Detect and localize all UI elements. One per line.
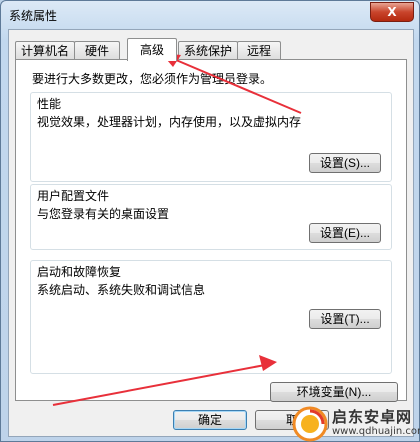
user-profile-group-title: 用户配置文件 — [37, 187, 110, 204]
performance-group: 性能 视觉效果，处理器计划，内存使用，以及虚拟内存 设置(S)... — [30, 92, 392, 182]
user-profile-description: 与您登录有关的桌面设置 — [37, 207, 170, 221]
advanced-tab-panel: 要进行大多数更改，您必须作为管理员登录。 性能 视觉效果，处理器计划，内存使用，… — [15, 59, 407, 402]
performance-settings-button[interactable]: 设置(S)... — [309, 153, 381, 173]
watermark-url: www.qdhuajin.com — [332, 426, 420, 437]
admin-notice-text: 要进行大多数更改，您必须作为管理员登录。 — [32, 72, 273, 86]
title-bar[interactable]: 系统属性 X — [1, 1, 419, 29]
tab-remote[interactable]: 远程 — [237, 41, 281, 60]
startup-recovery-settings-button[interactable]: 设置(T)... — [309, 309, 381, 329]
tab-computer-name[interactable]: 计算机名 — [15, 41, 75, 60]
performance-group-title: 性能 — [37, 95, 62, 112]
close-button[interactable]: X — [370, 2, 414, 22]
watermark-logo-icon — [292, 406, 328, 442]
dialog-client-area: 计算机名 硬件 高级 系统保护 远程 要进行大多数更改，您必须作为管理员登录。 … — [8, 29, 414, 437]
tab-system-protection[interactable]: 系统保护 — [178, 41, 238, 60]
startup-recovery-description: 系统启动、系统失败和调试信息 — [37, 283, 206, 297]
environment-variables-button[interactable]: 环境变量(N)... — [270, 382, 398, 402]
performance-description: 视觉效果，处理器计划，内存使用，以及虚拟内存 — [37, 115, 302, 129]
user-profile-settings-button[interactable]: 设置(E)... — [309, 223, 381, 243]
tab-hardware[interactable]: 硬件 — [74, 41, 120, 60]
watermark-site-name: 启东安卓网 — [332, 408, 413, 426]
tab-advanced[interactable]: 高级 — [127, 38, 177, 61]
ok-button[interactable]: 确定 — [173, 410, 247, 430]
startup-recovery-group-title: 启动和故障恢复 — [37, 263, 122, 280]
system-properties-window: 系统属性 X 计算机名 硬件 高级 系统保护 远程 要进行大多数更改，您必须作为… — [0, 0, 420, 442]
window-title: 系统属性 — [9, 9, 58, 23]
site-watermark: 启东安卓网 www.qdhuajin.com — [292, 406, 420, 442]
user-profile-group: 用户配置文件 与您登录有关的桌面设置 设置(E)... — [30, 184, 392, 250]
startup-recovery-group: 启动和故障恢复 系统启动、系统失败和调试信息 设置(T)... — [30, 260, 392, 374]
